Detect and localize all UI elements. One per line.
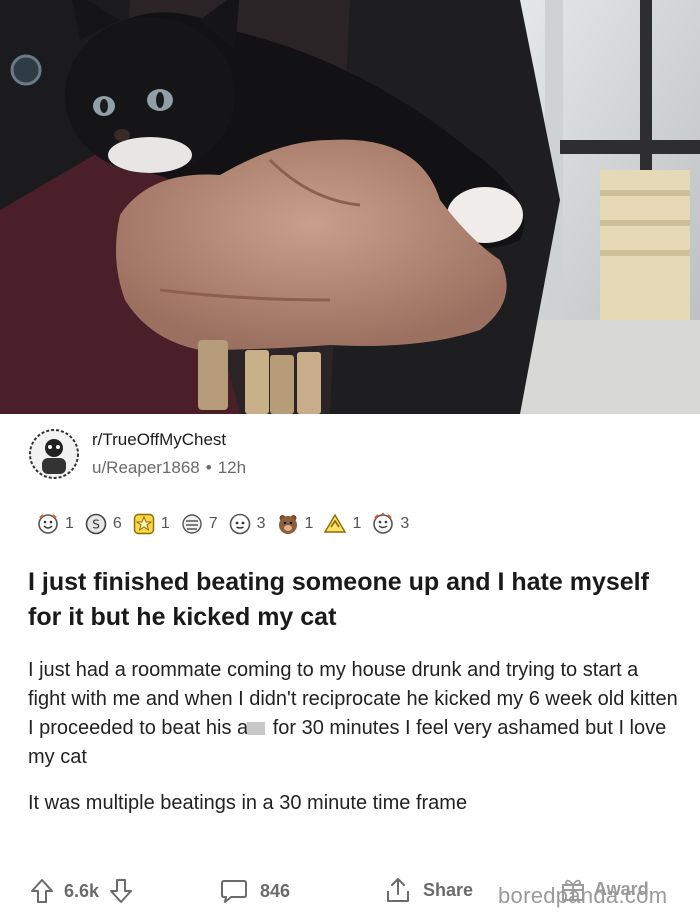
upvote-icon[interactable] <box>30 878 54 904</box>
kitten-photo <box>0 0 700 414</box>
share-button[interactable]: Share <box>385 876 473 904</box>
censor-block <box>247 722 266 735</box>
award-item[interactable]: 3 <box>371 512 409 536</box>
wholesome-seal-award-icon <box>373 513 394 534</box>
silver-coin-award-icon: S <box>85 513 107 535</box>
share-icon <box>387 878 409 902</box>
helpful-award-icon <box>229 513 250 535</box>
vote-group: 6.6k <box>30 878 133 904</box>
award-count: 7 <box>208 515 218 532</box>
username-link[interactable]: u/Reaper1868 <box>92 458 200 477</box>
subreddit-link[interactable]: r/TrueOffMyChest <box>92 430 226 450</box>
award-item[interactable]: 1 <box>323 512 361 536</box>
award-count: 3 <box>256 515 266 532</box>
award-item[interactable]: 1 <box>276 512 314 536</box>
award-item[interactable]: 3 <box>228 512 266 536</box>
award-count: 1 <box>160 515 170 532</box>
award-count: 1 <box>352 515 362 532</box>
award-item[interactable]: S 6 <box>84 512 122 536</box>
post-age: 12h <box>217 458 247 477</box>
user-avatar-icon <box>28 428 80 480</box>
share-label: Share <box>423 879 474 900</box>
body-paragraph: I just had a roommate coming to my house… <box>28 656 678 772</box>
post-title[interactable]: I just finished beating someone up and I… <box>28 565 678 635</box>
gold-star-award-icon <box>133 513 155 535</box>
award-count: 1 <box>65 515 74 532</box>
vote-count: 6.6k <box>64 880 100 901</box>
bear-award-icon <box>278 515 297 534</box>
meta-separator: • <box>205 458 212 477</box>
award-count: 3 <box>400 515 410 532</box>
post-body: I just had a roommate coming to my house… <box>28 656 678 835</box>
award-count: 1 <box>304 515 314 532</box>
avatar[interactable] <box>28 428 80 480</box>
post-meta: u/Reaper1868 • 12h <box>92 458 246 478</box>
svg-text:S: S <box>92 518 100 532</box>
downvote-icon[interactable] <box>109 878 133 904</box>
comments-button[interactable]: 846 <box>220 878 290 904</box>
comment-icon <box>221 880 247 903</box>
award-item[interactable]: 1 <box>36 512 74 536</box>
award-item[interactable]: 7 <box>180 512 218 536</box>
post-image[interactable] <box>0 0 700 414</box>
award-item[interactable]: 1 <box>132 512 170 536</box>
comment-count: 846 <box>260 880 291 901</box>
rocket-like-award-icon <box>324 513 347 533</box>
wholesome-award-icon <box>38 514 58 534</box>
awards-bar[interactable]: 1 S 6 1 7 3 1 1 3 <box>36 510 419 538</box>
hugz-award-icon <box>182 514 202 534</box>
watermark: boredpanda.com <box>498 883 668 908</box>
award-count: 6 <box>112 515 122 532</box>
body-paragraph: It was multiple beatings in a 30 minute … <box>28 792 468 814</box>
